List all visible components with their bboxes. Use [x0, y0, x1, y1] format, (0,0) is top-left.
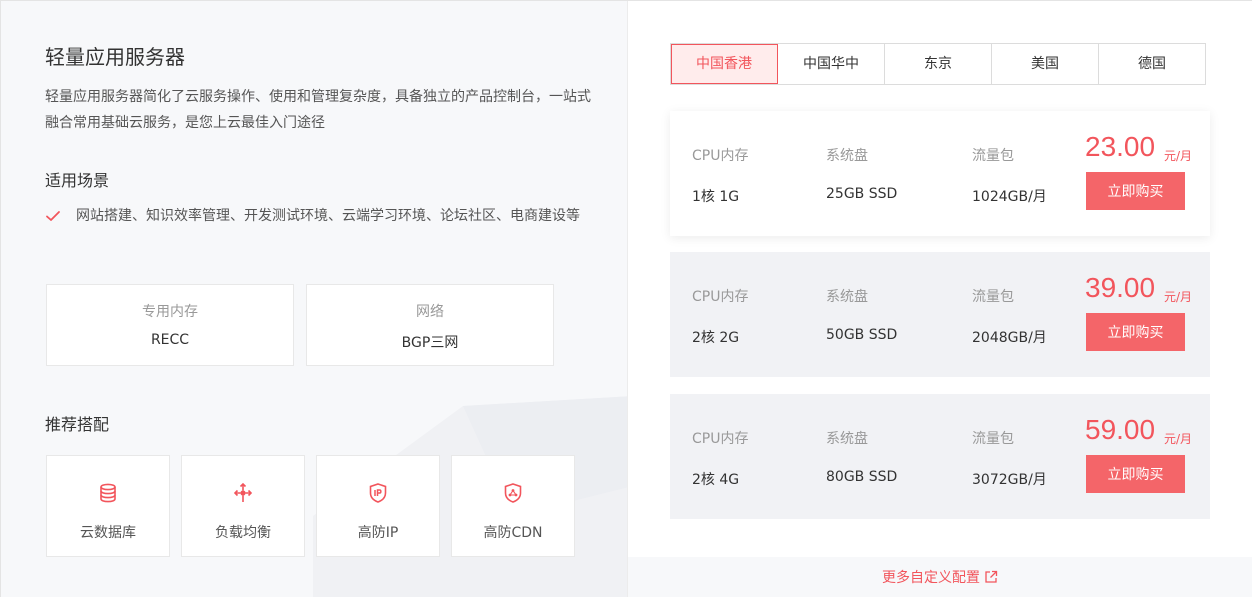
disk-label: 系统盘 [826, 431, 868, 447]
plan-card: CPU内存 系统盘 流量包 2核 4G 80GB SSD 3072GB/月 59… [670, 394, 1210, 519]
plan-price: 39.00 [1085, 272, 1156, 303]
cdn-shield-icon [504, 483, 522, 503]
cpu-mem-value: 2核 4G [692, 472, 740, 488]
plan-price: 59.00 [1085, 414, 1156, 445]
price-unit: 元/月 [1164, 290, 1193, 304]
disk-label: 系统盘 [826, 289, 868, 305]
recommend-cdn-protection[interactable]: 高防CDN [451, 455, 575, 557]
recommend-database[interactable]: 云数据库 [46, 455, 170, 557]
recommend-label: 云数据库 [80, 525, 136, 541]
spec-label: 网络 [416, 304, 444, 320]
buy-button[interactable]: 立即购买 [1086, 455, 1185, 493]
tab-tokyo[interactable]: 东京 [885, 44, 992, 84]
cpu-mem-label: CPU内存 [692, 148, 749, 164]
spec-value: BGP三网 [401, 335, 459, 351]
spec-network: 网络 BGP三网 [306, 284, 554, 366]
traffic-label: 流量包 [972, 148, 1014, 164]
more-config-label: 更多自定义配置 [882, 570, 980, 586]
buy-button[interactable]: 立即购买 [1086, 313, 1185, 351]
scenario-item: 网站搭建、知识效率管理、开发测试环境、云端学习环境、论坛社区、电商建设等 [45, 204, 585, 229]
cpu-mem-label: CPU内存 [692, 289, 749, 305]
traffic-label: 流量包 [972, 431, 1014, 447]
more-config-bar: 更多自定义配置 [628, 557, 1252, 597]
spec-memory: 专用内存 RECC [46, 284, 294, 366]
ip-shield-icon [369, 483, 387, 503]
traffic-value: 3072GB/月 [972, 472, 1047, 488]
recommend-label: 负载均衡 [215, 525, 271, 541]
price-unit: 元/月 [1164, 149, 1193, 163]
disk-label: 系统盘 [826, 148, 868, 164]
traffic-value: 1024GB/月 [972, 189, 1047, 205]
scenario-heading: 适用场景 [45, 171, 110, 190]
disk-value: 25GB SSD [826, 186, 898, 202]
product-title: 轻量应用服务器 [45, 45, 185, 69]
spec-label: 专用内存 [142, 304, 198, 320]
product-card: 轻量应用服务器 轻量应用服务器简化了云服务操作、使用和管理复杂度，具备独立的产品… [0, 0, 1252, 597]
price-unit: 元/月 [1164, 432, 1193, 446]
external-link-icon [985, 570, 998, 583]
plan-card: CPU内存 系统盘 流量包 1核 1G 25GB SSD 1024GB/月 23… [670, 111, 1210, 236]
traffic-label: 流量包 [972, 289, 1014, 305]
product-description: 轻量应用服务器简化了云服务操作、使用和管理复杂度，具备独立的产品控制台，一站式融… [45, 89, 591, 131]
product-info-panel: 轻量应用服务器 轻量应用服务器简化了云服务操作、使用和管理复杂度，具备独立的产品… [1, 1, 628, 597]
disk-value: 80GB SSD [826, 469, 898, 485]
load-balance-icon [233, 482, 253, 502]
cpu-mem-value: 1核 1G [692, 189, 740, 205]
recommend-label: 高防CDN [483, 525, 543, 541]
recommend-label: 高防IP [357, 525, 399, 541]
check-icon [46, 211, 60, 221]
disk-value: 50GB SSD [826, 327, 898, 343]
tab-hong-kong[interactable]: 中国香港 [671, 44, 778, 84]
spec-value: RECC [150, 332, 190, 348]
recommend-load-balance[interactable]: 负载均衡 [181, 455, 305, 557]
region-tabs: 中国香港 中国华中 东京 美国 德国 [670, 43, 1206, 85]
scenario-text: 网站搭建、知识效率管理、开发测试环境、云端学习环境、论坛社区、电商建设等 [76, 208, 580, 224]
pricing-panel: 中国香港 中国华中 东京 美国 德国 CPU内存 系统盘 流量包 1核 1G 2… [628, 1, 1252, 597]
database-icon [100, 483, 116, 503]
plan-card: CPU内存 系统盘 流量包 2核 2G 50GB SSD 2048GB/月 39… [670, 252, 1210, 377]
more-config-link[interactable]: 更多自定义配置 [882, 567, 998, 587]
tab-usa[interactable]: 美国 [992, 44, 1099, 84]
recommend-heading: 推荐搭配 [45, 415, 110, 434]
recommend-ip-protection[interactable]: 高防IP [316, 455, 440, 557]
cpu-mem-value: 2核 2G [692, 330, 740, 346]
tab-central-china[interactable]: 中国华中 [778, 44, 885, 84]
plan-price: 23.00 [1085, 131, 1156, 162]
tab-germany[interactable]: 德国 [1099, 44, 1205, 84]
buy-button[interactable]: 立即购买 [1086, 172, 1185, 210]
cpu-mem-label: CPU内存 [692, 431, 749, 447]
traffic-value: 2048GB/月 [972, 330, 1047, 346]
